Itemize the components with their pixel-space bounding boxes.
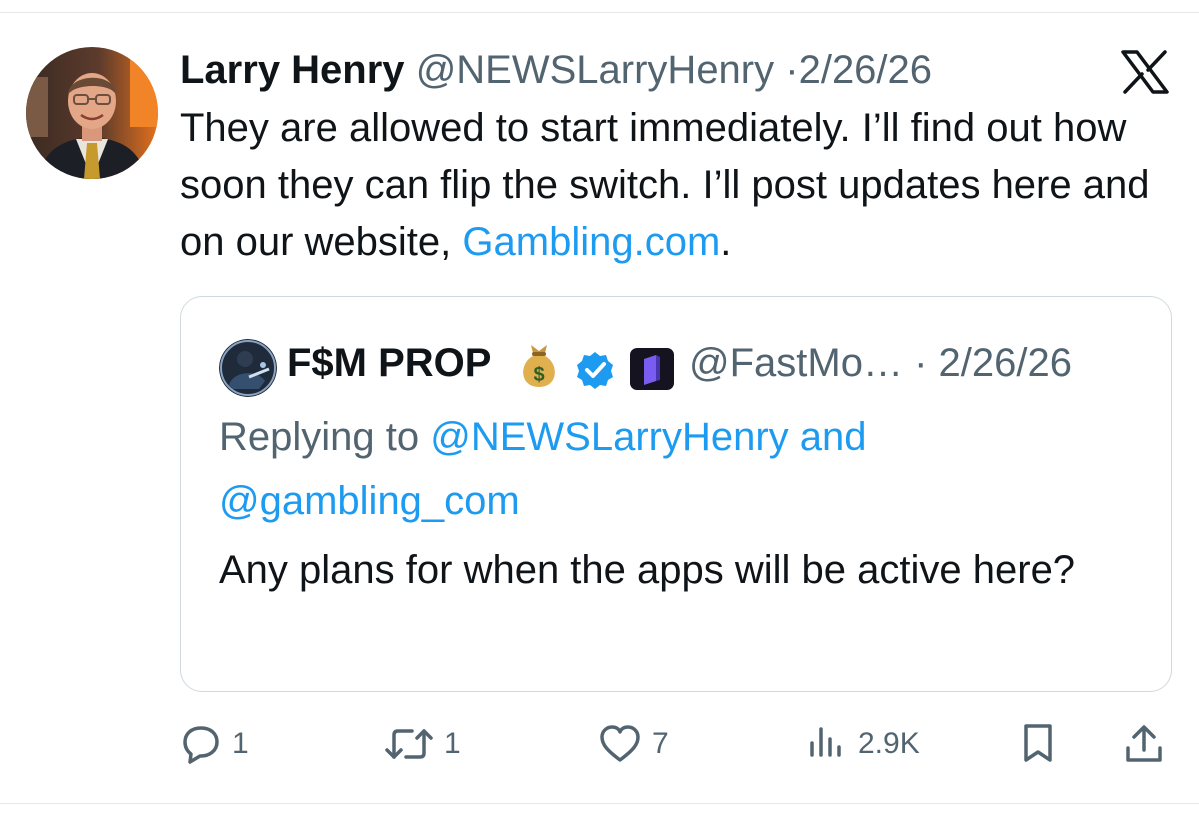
- quoted-post-text: Any plans for when the apps will be acti…: [219, 548, 1076, 592]
- quoted-author-name[interactable]: F$M PROP: [287, 335, 491, 391]
- post-link[interactable]: Gambling.com: [462, 220, 720, 264]
- reply-button[interactable]: 1: [180, 716, 249, 772]
- repost-count: 1: [444, 727, 461, 760]
- top-divider: [0, 12, 1199, 13]
- x-logo-icon[interactable]: [1120, 50, 1170, 94]
- reply-count: 1: [232, 727, 249, 760]
- replying-to-line: Replying to @NEWSLarryHenry and @gamblin…: [219, 405, 1139, 533]
- share-button[interactable]: [1122, 716, 1166, 772]
- verified-badge-icon[interactable]: [575, 349, 615, 389]
- bottom-divider: [0, 803, 1199, 804]
- post-date[interactable]: 2/26/26: [799, 48, 932, 92]
- author-avatar[interactable]: [26, 47, 158, 179]
- brand-logo-icon[interactable]: [629, 347, 675, 391]
- like-button[interactable]: 7: [598, 716, 669, 772]
- mention-gambling-com[interactable]: @gambling_com: [219, 479, 520, 523]
- author-name[interactable]: Larry Henry: [180, 48, 405, 92]
- quoted-author-avatar[interactable]: [219, 339, 277, 397]
- svg-text:$: $: [533, 364, 544, 386]
- replying-to-label: Replying to: [219, 415, 431, 459]
- quoted-handle-date[interactable]: @FastMo… · 2/26/26: [689, 335, 1072, 391]
- post-text: They are allowed to start immediately. I…: [180, 100, 1180, 271]
- action-bar: 1 1 7 2.9K: [0, 716, 1199, 772]
- views-icon: [806, 723, 848, 765]
- money-bag-icon: $: [517, 341, 561, 389]
- reply-icon: [180, 723, 222, 765]
- repost-button[interactable]: 1: [384, 716, 461, 772]
- header-separator: ·: [785, 48, 799, 92]
- mention-and-text: and: [788, 415, 867, 459]
- heart-icon: [598, 723, 642, 765]
- share-icon: [1122, 722, 1166, 766]
- post-text-end: .: [720, 220, 732, 264]
- like-count: 7: [652, 727, 669, 760]
- views-button[interactable]: 2.9K: [806, 716, 920, 772]
- views-count: 2.9K: [858, 727, 920, 760]
- bookmark-button[interactable]: [1018, 716, 1058, 772]
- mention-newslarryhenry[interactable]: @NEWSLarryHenry: [430, 415, 788, 459]
- repost-icon: [384, 723, 434, 765]
- bookmark-icon: [1018, 722, 1058, 766]
- quoted-post-card[interactable]: F$M PROP $ @FastMo… · 2/26/26 Replying t…: [180, 296, 1172, 692]
- author-handle[interactable]: @NEWSLarryHenry: [416, 48, 774, 92]
- post-header: Larry Henry @NEWSLarryHenry ·2/26/26: [180, 42, 932, 98]
